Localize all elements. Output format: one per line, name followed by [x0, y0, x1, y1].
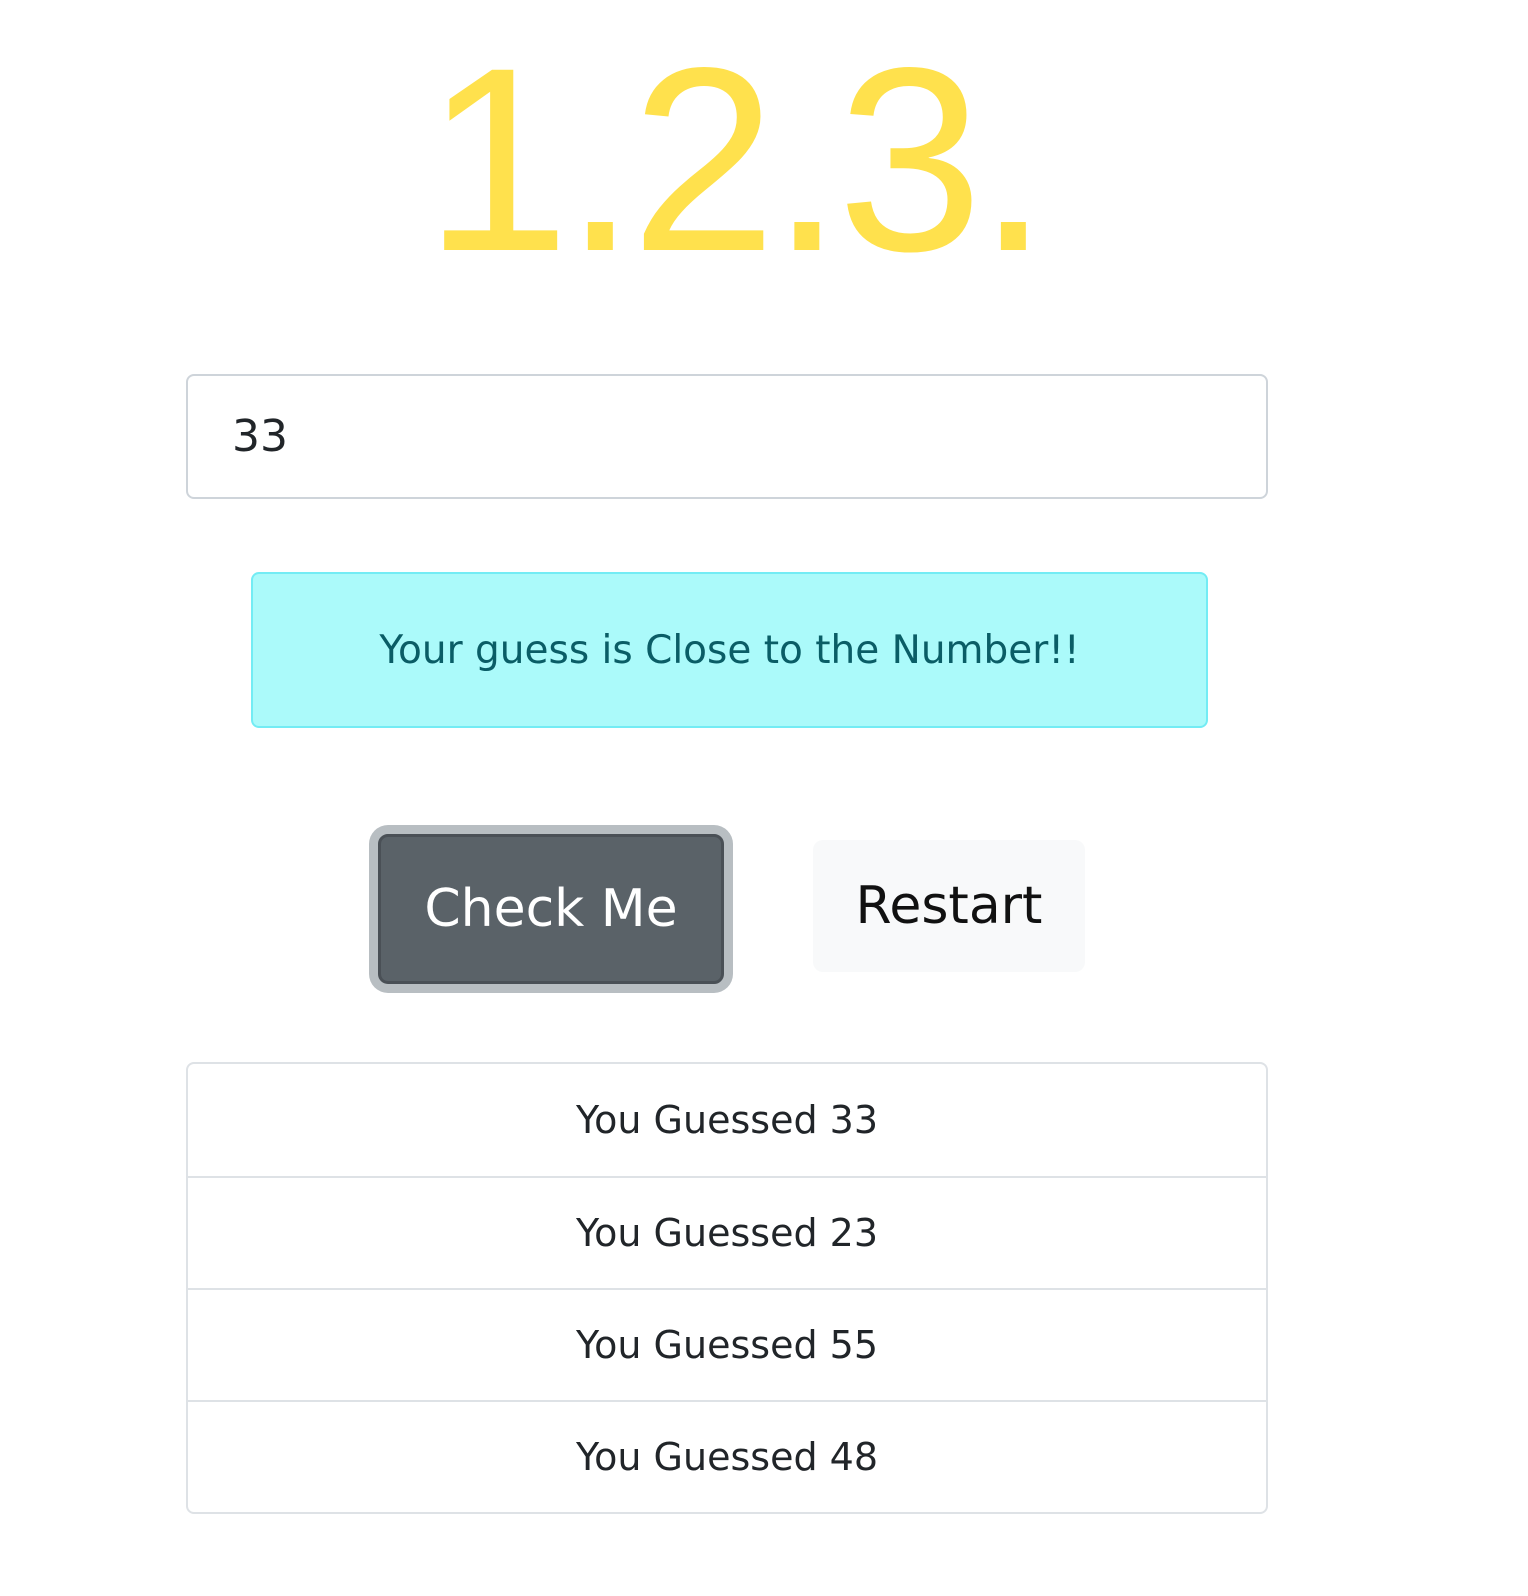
feedback-message: Your guess is Close to the Number!!: [379, 627, 1080, 673]
feedback-alert: Your guess is Close to the Number!!: [251, 572, 1208, 728]
guess-input[interactable]: [186, 374, 1268, 499]
guess-list-item: You Guessed 48: [188, 1400, 1266, 1512]
restart-button[interactable]: Restart: [813, 840, 1085, 972]
game-title: 1.2.3.: [424, 13, 1050, 306]
guess-list-item: You Guessed 55: [188, 1288, 1266, 1400]
check-me-button[interactable]: Check Me: [378, 834, 724, 984]
guess-history-list: You Guessed 33 You Guessed 23 You Guesse…: [186, 1062, 1268, 1514]
guess-list-item: You Guessed 23: [188, 1176, 1266, 1288]
guess-list-item: You Guessed 33: [575, 1098, 878, 1142]
